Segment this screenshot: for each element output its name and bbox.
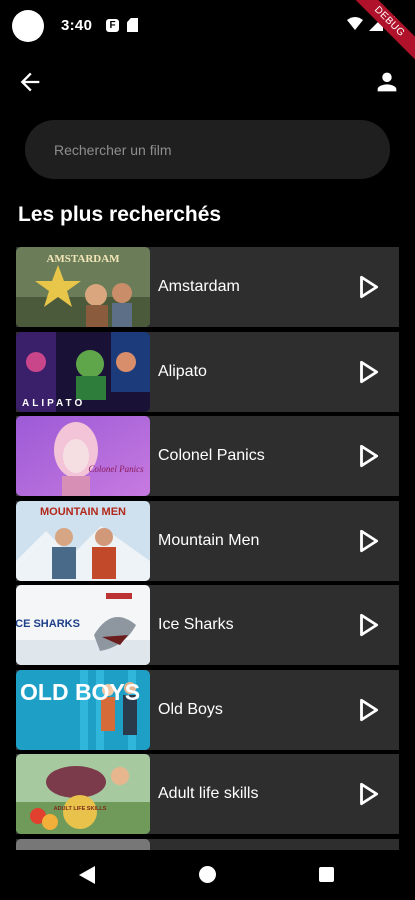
poster-image: ICE SHARKS [16, 585, 150, 665]
movie-row-adult-life-skills[interactable]: ADULT LIFE SKILLS Adult life skills [16, 754, 399, 834]
movie-poster: MOUNTAIN MEN [16, 500, 150, 581]
play-icon[interactable] [355, 697, 381, 723]
movie-poster: ALIPATO [16, 331, 150, 412]
nav-back-icon[interactable] [79, 866, 95, 884]
movie-title: Amstardam [158, 278, 240, 295]
play-icon[interactable] [355, 443, 381, 469]
status-bar: 3:40 F [0, 0, 415, 52]
movie-title: Alipato [158, 362, 207, 380]
poster-image: ADULT LIFE SKILLS [16, 754, 150, 834]
poster-text: Colonel Panics [88, 464, 144, 474]
movie-title: Adult life skills [158, 785, 259, 802]
movie-list[interactable]: AMSTARDAM Amstardam ALIPATO Alipato Colo… [16, 247, 399, 853]
status-right-icons [347, 16, 397, 31]
poster-image: OLD BOYS [16, 669, 150, 750]
movie-row-ice-sharks[interactable]: ICE SHARKS Ice Sharks [16, 585, 399, 665]
nav-recents-icon[interactable] [319, 867, 334, 882]
poster-text: MOUNTAIN MEN [40, 506, 126, 518]
arrow-left-icon [20, 72, 40, 92]
poster-text: OLD BOYS [20, 679, 140, 705]
sd-card-icon [127, 18, 138, 32]
app-f-icon: F [106, 19, 119, 32]
nav-home-icon[interactable] [199, 866, 216, 883]
movie-poster: ADULT LIFE SKILLS [16, 754, 150, 834]
movie-title: Old Boys [158, 700, 223, 718]
movie-poster: OLD BOYS [16, 669, 150, 750]
play-icon[interactable] [355, 612, 381, 638]
movie-title: Mountain Men [158, 531, 260, 549]
movie-poster: Colonel Panics [16, 416, 150, 496]
battery-icon [389, 16, 397, 31]
back-button[interactable] [16, 68, 44, 96]
movie-row-colonel-panics[interactable]: Colonel Panics Colonel Panics [16, 416, 399, 496]
app-bar [0, 58, 415, 106]
movie-row-amstardam[interactable]: AMSTARDAM Amstardam [16, 247, 399, 327]
search-input[interactable] [25, 120, 390, 179]
play-icon[interactable] [355, 274, 381, 300]
movie-title: Ice Sharks [158, 616, 234, 633]
movie-row-mountain-men[interactable]: MOUNTAIN MEN Mountain Men [16, 500, 399, 581]
status-time: 3:40 [61, 17, 93, 34]
play-icon[interactable] [355, 781, 381, 807]
movie-poster: ICE SHARKS [16, 585, 150, 665]
play-icon[interactable] [355, 528, 381, 554]
camera-cutout [12, 10, 44, 42]
system-nav-bar [0, 850, 415, 900]
section-title: Les plus recherchés [18, 203, 222, 226]
poster-image: AMSTARDAM [16, 247, 150, 327]
person-icon [377, 72, 397, 92]
poster-text: ADULT LIFE SKILLS [54, 806, 107, 812]
movie-row-alipato[interactable]: ALIPATO Alipato [16, 331, 399, 412]
poster-text: ICE SHARKS [16, 618, 80, 630]
movie-title: Colonel Panics [158, 447, 265, 464]
signal-icon [369, 16, 383, 31]
movie-poster: AMSTARDAM [16, 247, 150, 327]
wifi-icon [347, 16, 363, 30]
play-icon[interactable] [355, 359, 381, 385]
poster-text: ALIPATO [22, 398, 85, 409]
poster-image: Colonel Panics [16, 416, 150, 496]
movie-row-old-boys[interactable]: OLD BOYS Old Boys [16, 669, 399, 750]
poster-image: MOUNTAIN MEN [16, 500, 150, 581]
profile-button[interactable] [373, 68, 401, 96]
poster-image: ALIPATO [16, 331, 150, 412]
poster-text: AMSTARDAM [46, 253, 120, 265]
